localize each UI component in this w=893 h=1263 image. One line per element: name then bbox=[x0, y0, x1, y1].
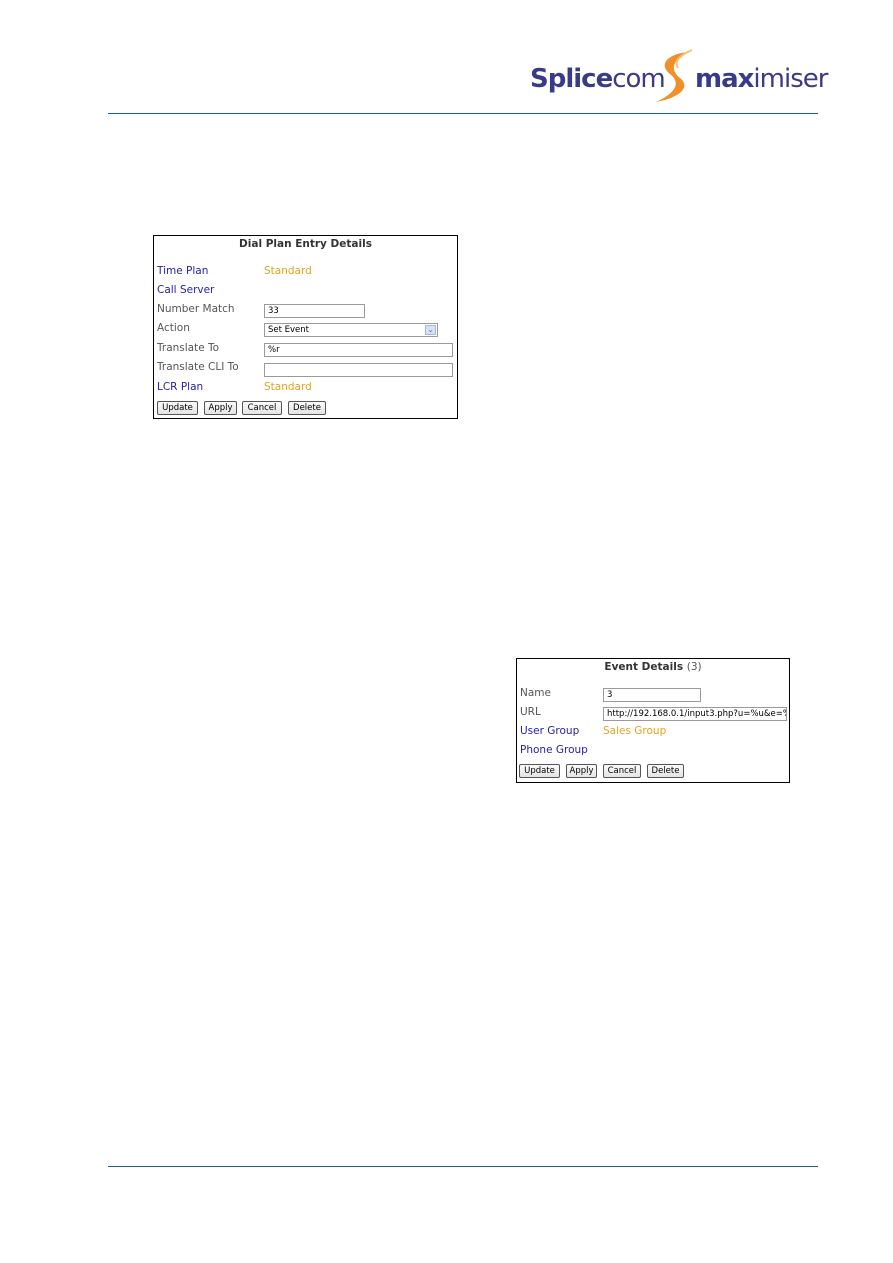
user-group-value: Sales Group bbox=[603, 725, 667, 737]
number-match-input[interactable]: 33 bbox=[264, 304, 365, 318]
logo-product-text: maximiser bbox=[695, 64, 828, 94]
call-server-link[interactable]: Call Server bbox=[157, 284, 214, 296]
url-label: URL bbox=[520, 706, 541, 718]
chevron-down-icon[interactable]: ⌄ bbox=[425, 325, 436, 335]
event-details-panel: Event Details (3) Name 3 URL http://192.… bbox=[516, 658, 790, 783]
translate-cli-input[interactable] bbox=[264, 363, 453, 377]
action-select[interactable]: Set Event ⌄ bbox=[264, 323, 438, 337]
panel-title: Event Details (3) bbox=[517, 661, 789, 673]
user-group-link[interactable]: User Group bbox=[520, 725, 579, 737]
dial-plan-entry-panel: Dial Plan Entry Details Time Plan Standa… bbox=[153, 235, 458, 419]
swoosh-s-logo-icon bbox=[656, 49, 693, 102]
translate-cli-label: Translate CLI To bbox=[157, 361, 239, 373]
action-label: Action bbox=[157, 322, 190, 334]
panel-title-text: Event Details bbox=[604, 661, 684, 673]
cancel-button[interactable]: Cancel bbox=[242, 401, 282, 415]
apply-button[interactable]: Apply bbox=[204, 401, 237, 415]
translate-to-label: Translate To bbox=[157, 342, 220, 354]
action-selected-value: Set Event bbox=[268, 325, 310, 335]
name-input[interactable]: 3 bbox=[603, 688, 701, 702]
lcr-plan-value: Standard bbox=[264, 381, 312, 393]
logo-brand-text: Splicecom bbox=[530, 64, 666, 94]
delete-button[interactable]: Delete bbox=[647, 764, 684, 778]
cancel-button[interactable]: Cancel bbox=[603, 764, 641, 778]
number-match-label: Number Match bbox=[157, 303, 235, 315]
translate-to-input[interactable]: %r bbox=[264, 343, 453, 357]
apply-button[interactable]: Apply bbox=[566, 764, 597, 778]
footer-rule bbox=[108, 1166, 818, 1167]
splicecom-maximiser-logo: Splicecom maximiser bbox=[530, 49, 828, 104]
time-plan-link[interactable]: Time Plan bbox=[157, 265, 208, 277]
delete-button[interactable]: Delete bbox=[288, 401, 326, 415]
phone-group-link[interactable]: Phone Group bbox=[520, 744, 588, 756]
update-button[interactable]: Update bbox=[519, 764, 560, 778]
lcr-plan-link[interactable]: LCR Plan bbox=[157, 381, 203, 393]
time-plan-value: Standard bbox=[264, 265, 312, 277]
url-input[interactable]: http://192.168.0.1/input3.php?u=%u&e=%e bbox=[603, 707, 787, 721]
update-button[interactable]: Update bbox=[157, 401, 198, 415]
name-label: Name bbox=[520, 687, 551, 699]
header-rule bbox=[108, 113, 818, 114]
event-count: (3) bbox=[686, 661, 702, 673]
panel-title: Dial Plan Entry Details bbox=[239, 238, 372, 250]
